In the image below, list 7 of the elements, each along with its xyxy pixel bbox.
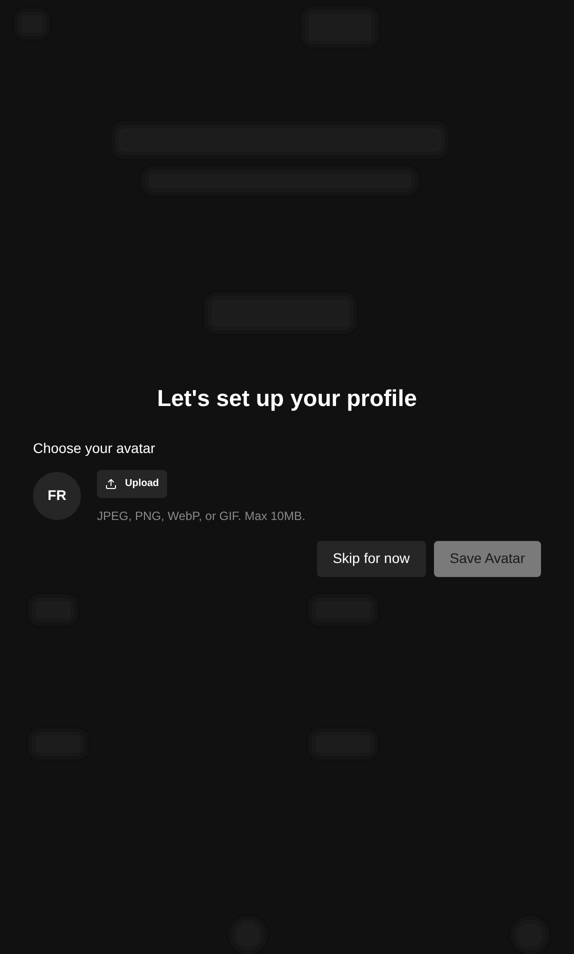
avatar-label: Choose your avatar [33,438,156,458]
avatar: FR [33,472,81,520]
upload-button[interactable]: Upload [97,470,167,498]
file-hint: JPEG, PNG, WebP, or GIF. Max 10MB. [97,508,306,524]
upload-icon [105,478,117,490]
skip-button[interactable]: Skip for now [316,540,426,576]
dialog-title: Let's set up your profile [157,384,417,413]
